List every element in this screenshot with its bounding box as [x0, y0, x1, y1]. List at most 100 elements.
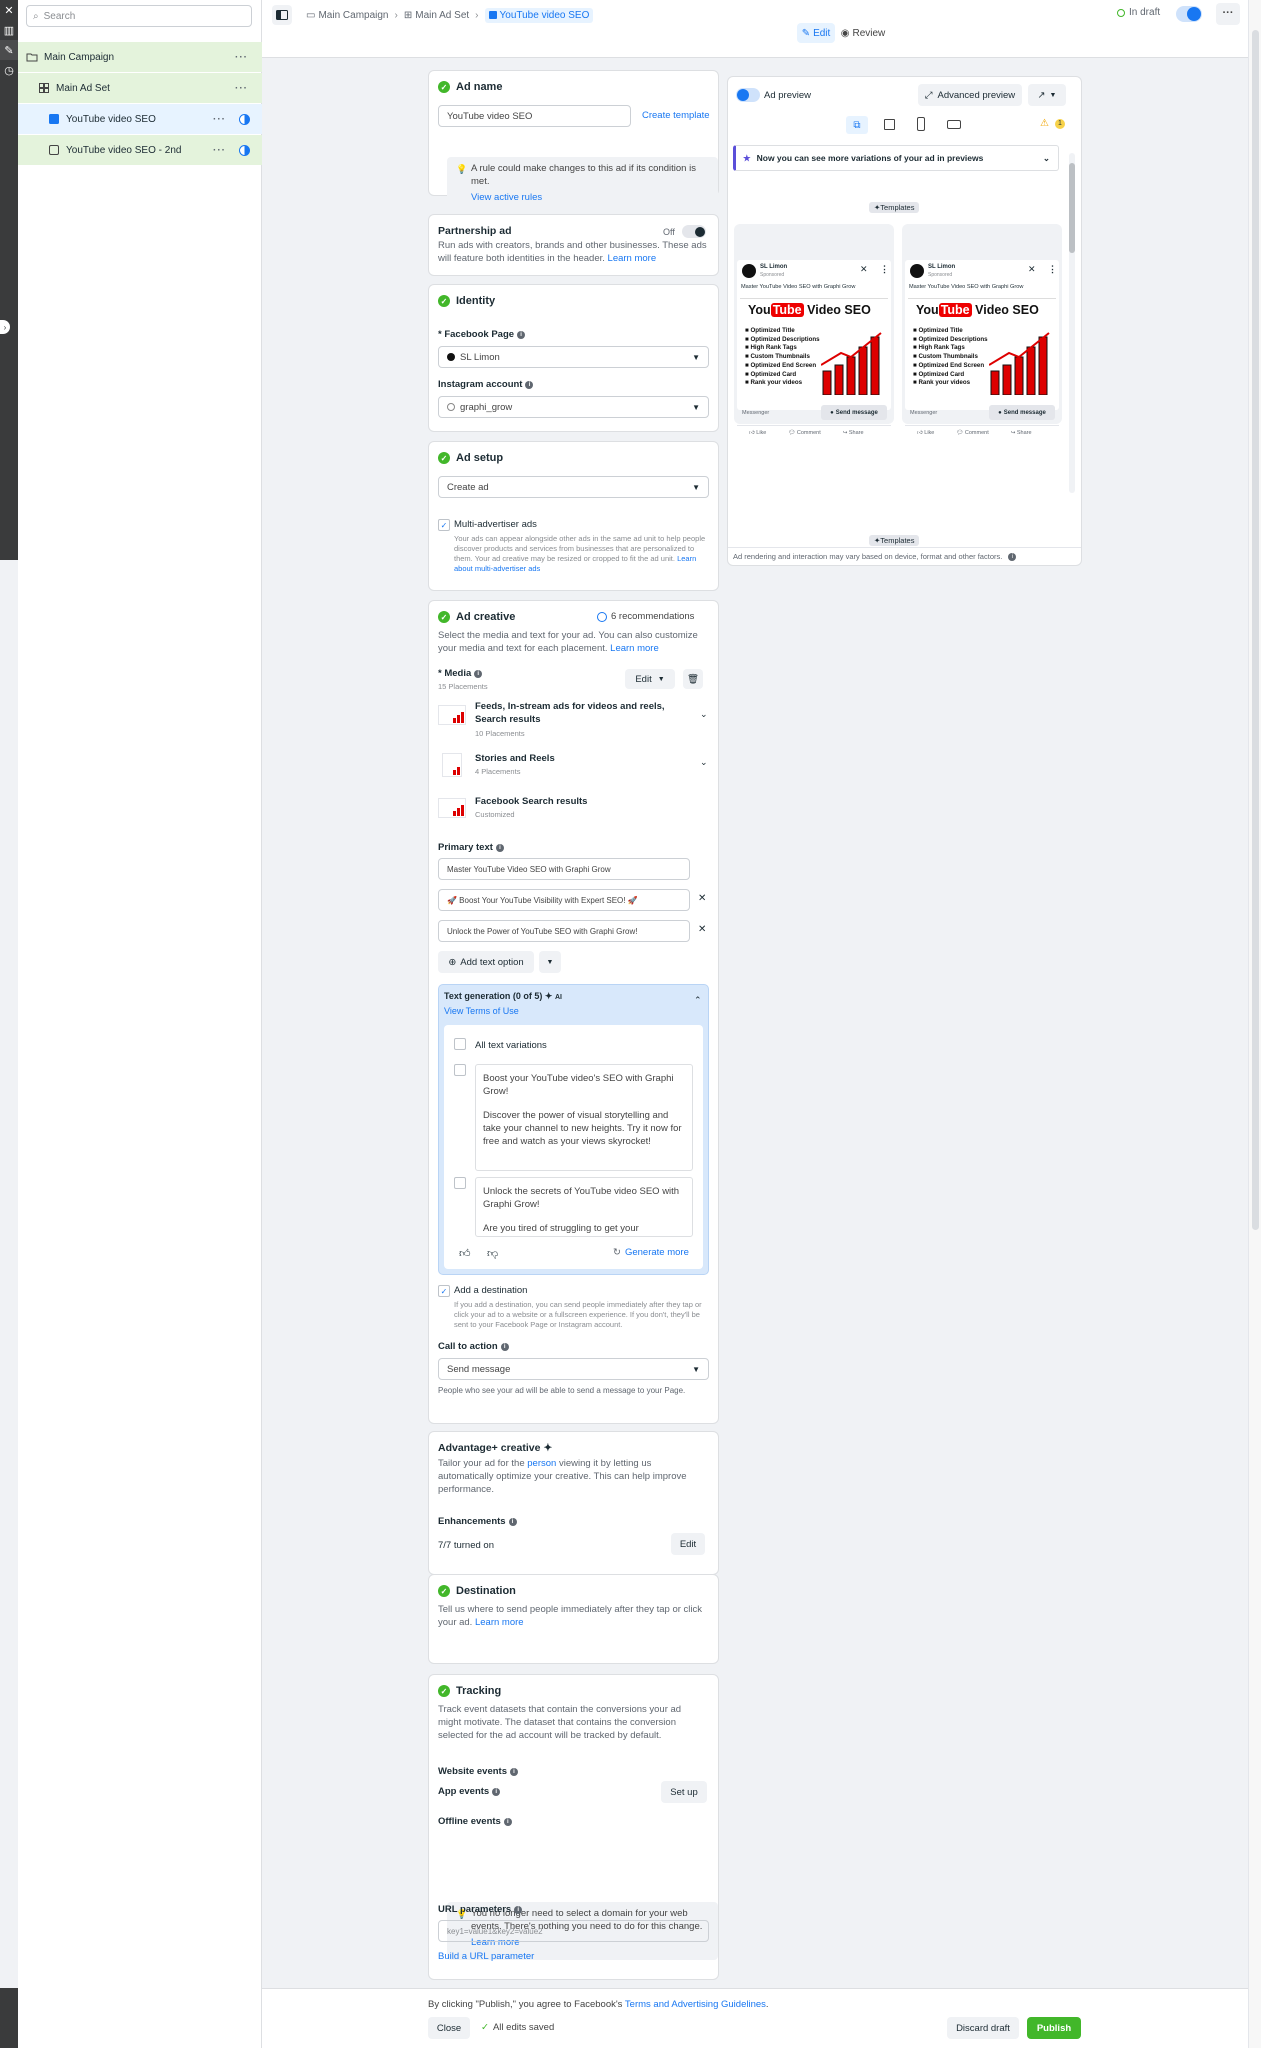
- placement-row[interactable]: Feeds, In-stream ads for videos and reel…: [438, 701, 709, 738]
- tab-edit[interactable]: ✎ Edit: [797, 23, 835, 43]
- horizontal-format-icon[interactable]: [947, 120, 961, 129]
- search-input[interactable]: ⌕ Search: [26, 5, 252, 27]
- preview-card-feed[interactable]: SL Limon Sponsored ✕ ⋮ Master YouTube Vi…: [734, 224, 894, 436]
- variations-banner[interactable]: ★ Now you can see more variations of you…: [733, 145, 1059, 171]
- generate-more-button[interactable]: ↻ Generate more: [613, 1247, 689, 1258]
- partnership-toggle[interactable]: [682, 225, 706, 238]
- remove-icon[interactable]: ✕: [698, 924, 706, 935]
- tree-item-ad-selected[interactable]: YouTube video SEO ···: [18, 104, 262, 134]
- placement-row[interactable]: Stories and Reels 4 Placements ⌄: [438, 753, 709, 779]
- vertical-format-icon[interactable]: [917, 117, 925, 131]
- warning-icon[interactable]: ⚠: [1040, 118, 1049, 129]
- check-icon: ✓: [481, 2022, 489, 2033]
- terms-of-use-link[interactable]: View Terms of Use: [444, 1006, 519, 1016]
- variation-checkbox[interactable]: [454, 1177, 466, 1189]
- breadcrumb-campaign[interactable]: ▭ Main Campaign: [306, 10, 389, 21]
- facebook-page-select[interactable]: SL Limon ▼: [438, 346, 709, 368]
- templates-chip[interactable]: ✦Templates: [869, 202, 920, 213]
- post-actions: 👍︎ Like 💬︎ Comment ↪ Share: [749, 430, 864, 436]
- terms-link[interactable]: Terms and Advertising Guidelines: [625, 1999, 766, 2010]
- instagram-account-select[interactable]: graphi_grow ▼: [438, 396, 709, 418]
- share-preview-button[interactable]: ↗ ▼: [1028, 84, 1066, 106]
- footer-bar: By clicking "Publish," you agree to Face…: [262, 1988, 1248, 2048]
- breadcrumb-adset[interactable]: ⊞ Main Ad Set: [404, 10, 469, 21]
- discard-draft-button[interactable]: Discard draft: [947, 2017, 1019, 2039]
- primary-text-input-3[interactable]: Unlock the Power of YouTube SEO with Gra…: [438, 920, 690, 942]
- close-button[interactable]: Close: [428, 2017, 470, 2039]
- thumbs-down-icon[interactable]: 👎︎: [487, 1247, 498, 1260]
- more-options-icon[interactable]: ···: [235, 83, 248, 94]
- setup-app-events-button[interactable]: Set up: [661, 1781, 707, 1803]
- sparkle-icon: ✦: [543, 1442, 553, 1454]
- ad-name-input[interactable]: YouTube video SEO: [438, 105, 631, 127]
- breadcrumb: ▭ Main Campaign › ⊞ Main Ad Set › YouTube …: [306, 6, 594, 24]
- recommendations-link[interactable]: 6 recommendations: [597, 611, 694, 622]
- call-to-action-select[interactable]: Send message ▼: [438, 1358, 709, 1380]
- enhancements-edit-button[interactable]: Edit: [671, 1533, 705, 1555]
- thumbs-up-icon[interactable]: 👍︎: [459, 1247, 471, 1260]
- primary-text-input-1[interactable]: Master YouTube Video SEO with Graphi Gro…: [438, 858, 690, 880]
- media-edit-button[interactable]: Edit ▼: [625, 669, 675, 689]
- add-destination-checkbox[interactable]: ✓: [438, 1285, 450, 1297]
- check-icon: ✓: [438, 611, 450, 623]
- ad-setup-select[interactable]: Create ad ▼: [438, 476, 709, 498]
- create-template-link[interactable]: Create template: [642, 110, 710, 121]
- learn-more-link[interactable]: Learn more: [475, 1617, 524, 1628]
- clock-icon[interactable]: ◷: [0, 60, 18, 80]
- learn-more-link[interactable]: Learn more: [608, 253, 657, 264]
- toggle-panel-button[interactable]: [272, 5, 292, 25]
- build-url-parameter-link[interactable]: Build a URL parameter: [438, 1951, 534, 1962]
- text-variation-card[interactable]: Unlock the secrets of YouTube video SEO …: [475, 1177, 693, 1237]
- primary-text-input-2[interactable]: 🚀 Boost Your YouTube Visibility with Exp…: [438, 889, 690, 911]
- remove-icon[interactable]: ✕: [698, 893, 706, 904]
- ad-creative-image: You Tube Video SEO ■ Optimized Title ■ Op…: [740, 298, 888, 399]
- text-variation-card[interactable]: Boost your YouTube video's SEO with Grap…: [475, 1064, 693, 1171]
- person-link[interactable]: person: [527, 1458, 556, 1469]
- ad-icon: [488, 11, 497, 19]
- tree-item-campaign[interactable]: Main Campaign ···: [18, 42, 262, 72]
- send-message-button: ● Send message: [989, 405, 1055, 420]
- view-active-rules-link[interactable]: View active rules: [471, 192, 710, 205]
- breadcrumb-ad[interactable]: YouTube video SEO: [484, 7, 594, 23]
- chart-icon[interactable]: ▥: [0, 20, 18, 40]
- more-options-button[interactable]: ···: [1216, 3, 1240, 25]
- square-format-icon[interactable]: [884, 119, 895, 130]
- page-scrollbar[interactable]: [1248, 0, 1261, 2048]
- chevron-up-icon[interactable]: ⌃: [694, 995, 702, 1006]
- text-generation-panel: Text generation (0 of 5) ✦ AI View Terms…: [438, 984, 709, 1275]
- variation-checkbox[interactable]: [454, 1064, 466, 1076]
- pencil-icon[interactable]: ✎: [0, 40, 18, 60]
- learn-more-link[interactable]: Learn more: [610, 643, 659, 654]
- page-avatar-icon: [447, 353, 455, 361]
- ad-on-off-toggle[interactable]: [1176, 6, 1202, 22]
- multi-advertiser-checkbox[interactable]: ✓: [438, 519, 450, 531]
- advanced-preview-button[interactable]: ⤢ Advanced preview: [918, 84, 1022, 106]
- close-icon[interactable]: ✕: [0, 0, 18, 20]
- tool-rail: ✕ ▥ ✎ ◷: [0, 0, 18, 560]
- feed-format-icon[interactable]: ⧉: [846, 116, 868, 134]
- delete-icon[interactable]: 🗑: [683, 669, 703, 689]
- placement-row[interactable]: Facebook Search results Customized: [438, 796, 709, 822]
- add-text-option-button[interactable]: ⊕ Add text option: [438, 951, 534, 973]
- more-options-icon[interactable]: ···: [235, 52, 248, 63]
- select-all-checkbox[interactable]: [454, 1038, 466, 1050]
- preview-card-feed[interactable]: SL Limon Sponsored ✕ ⋮ Master YouTube Vi…: [902, 224, 1062, 436]
- info-icon: i: [474, 669, 483, 678]
- preview-scrollbar[interactable]: [1069, 153, 1075, 493]
- tree-item-ad-2[interactable]: YouTube video SEO - 2nd ···: [18, 135, 262, 165]
- more-vertical-icon: ⋮: [880, 264, 889, 274]
- info-icon[interactable]: i: [1008, 552, 1017, 561]
- more-options-icon[interactable]: ···: [213, 145, 226, 156]
- chevron-down-icon[interactable]: ⌄: [700, 709, 708, 720]
- more-options-icon[interactable]: ···: [213, 114, 226, 125]
- caret-down-icon[interactable]: ▼: [539, 951, 561, 973]
- share-icon: ↗: [1037, 89, 1046, 101]
- templates-chip[interactable]: ✦Templates: [869, 535, 920, 546]
- tab-review[interactable]: ◉ Review: [841, 23, 886, 43]
- tree-item-adset[interactable]: Main Ad Set ···: [18, 73, 262, 103]
- partnership-section: Partnership ad Off Run ads with creators…: [428, 214, 719, 276]
- chevron-down-icon[interactable]: ⌄: [700, 757, 708, 768]
- ad-preview-toggle[interactable]: [736, 88, 760, 102]
- url-parameters-input[interactable]: key1=value1&key2=value2: [438, 1920, 709, 1942]
- publish-button[interactable]: Publish: [1027, 2017, 1081, 2039]
